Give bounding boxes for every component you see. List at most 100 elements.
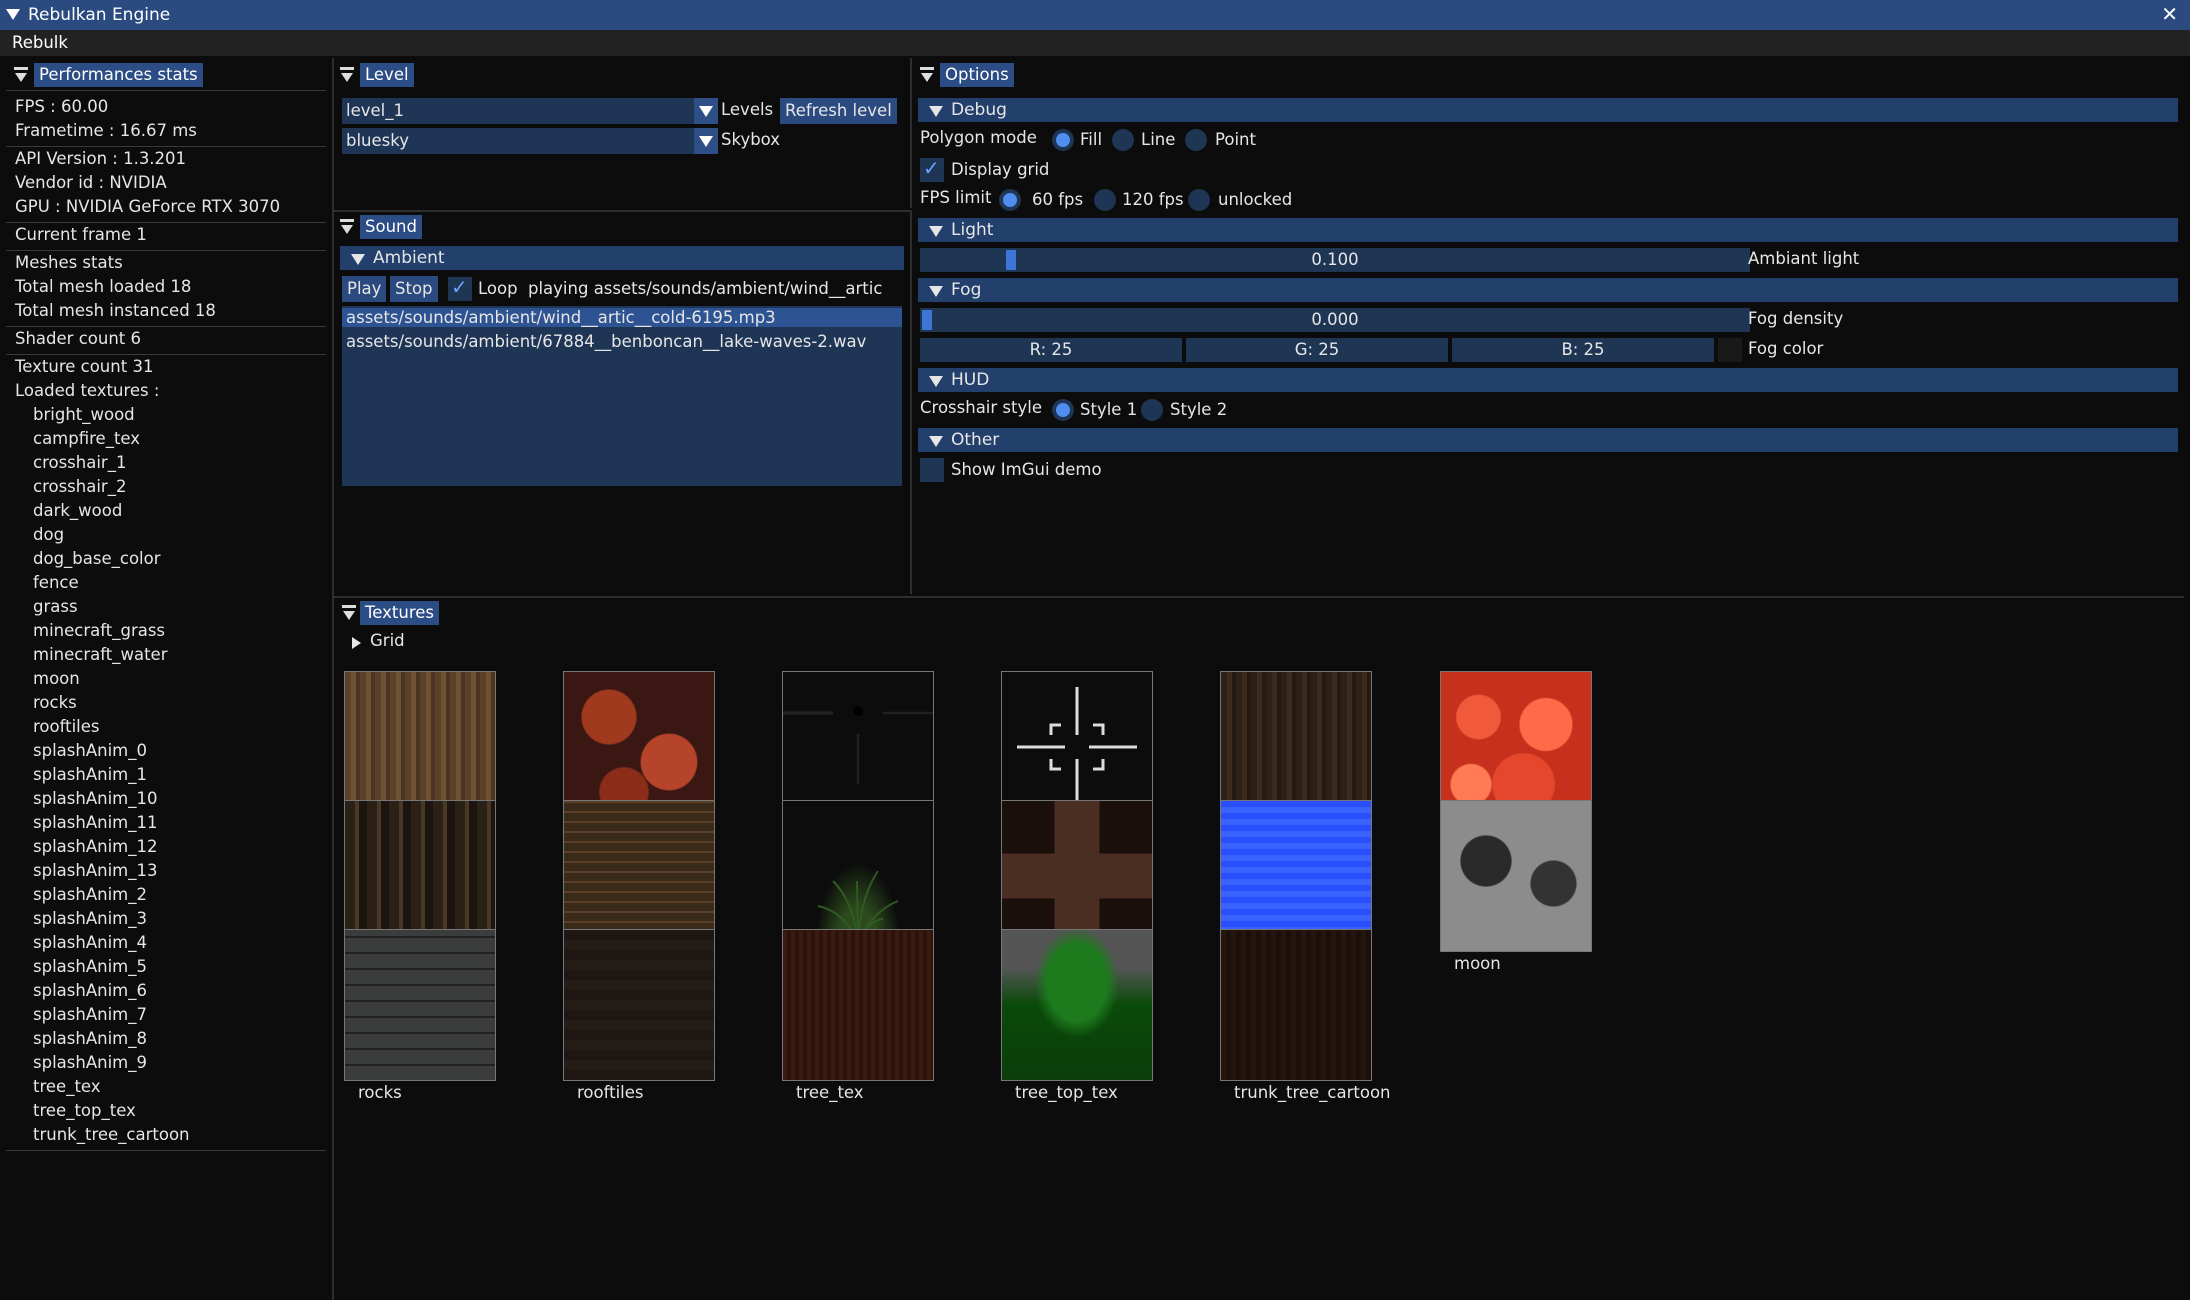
light-header[interactable]: Light (918, 218, 2178, 242)
radio-fill[interactable] (1052, 129, 1074, 151)
texture-list-item: crosshair_1 (33, 453, 127, 472)
collapse-icon[interactable] (343, 611, 355, 620)
chevron-down-icon (929, 286, 943, 297)
texture-list-item: minecraft_grass (33, 621, 166, 640)
menu-bar: Rebulk (0, 30, 2190, 56)
sound-panel: Sound Ambient Play Stop Loop playing ass… (334, 210, 912, 594)
window-titlebar[interactable]: Rebulkan Engine ✕ (0, 0, 2190, 30)
radio-style1[interactable] (1052, 399, 1074, 421)
texture-list-item: tree_top_tex (33, 1101, 136, 1120)
chevron-down-icon[interactable] (694, 98, 718, 124)
level-panel: Level level_1 Levels Refresh level blues… (334, 58, 912, 208)
texture-label: moon (1454, 954, 1501, 973)
textures-header[interactable]: Textures (360, 601, 439, 625)
chevron-right-icon[interactable] (352, 637, 361, 649)
mesh-loaded-text: Total mesh loaded 18 (15, 277, 192, 296)
debug-label: Debug (951, 100, 1007, 120)
list-item[interactable]: assets/sounds/ambient/67884__benboncan__… (346, 332, 866, 351)
collapse-icon[interactable] (6, 9, 20, 20)
gpu-text: GPU : NVIDIA GeForce RTX 3070 (15, 197, 281, 216)
texture-list-item: bright_wood (33, 405, 135, 424)
texture-label: rocks (358, 1083, 402, 1102)
display-grid-checkbox[interactable] (920, 156, 944, 182)
texture-list-item: crosshair_2 (33, 477, 127, 496)
chevron-down-icon[interactable] (694, 128, 718, 154)
sound-header[interactable]: Sound (360, 215, 422, 239)
radio-point[interactable] (1185, 129, 1207, 151)
radio-60fps-label: 60 fps (1032, 190, 1084, 209)
texture-thumbnail[interactable] (563, 929, 715, 1081)
ambient-label: Ambient (373, 248, 445, 268)
fog-color-r[interactable]: R: 25 (920, 338, 1182, 362)
radio-point-label: Point (1215, 130, 1256, 149)
debug-header[interactable]: Debug (918, 98, 2178, 122)
chevron-down-icon (351, 254, 365, 265)
options-header[interactable]: Options (940, 63, 1014, 87)
refresh-level-button[interactable]: Refresh level (780, 98, 897, 124)
texture-list-item: splashAnim_4 (33, 933, 147, 952)
texture-list-item: splashAnim_13 (33, 861, 158, 880)
fog-density-slider[interactable]: 0.000 (920, 308, 1750, 332)
texture-thumbnail[interactable] (1220, 929, 1372, 1081)
collapse-icon[interactable] (341, 225, 353, 234)
crosshair-style-label: Crosshair style (920, 398, 1042, 417)
chevron-down-icon (929, 376, 943, 387)
texture-label: trunk_tree_cartoon (1234, 1083, 1391, 1102)
show-demo-checkbox[interactable] (920, 458, 944, 482)
hud-label: HUD (951, 370, 990, 390)
texture-thumbnail[interactable] (344, 929, 496, 1081)
fps-limit-label: FPS limit (920, 188, 992, 207)
texture-label: tree_top_tex (1015, 1083, 1118, 1102)
texture-list-item: moon (33, 669, 80, 688)
radio-120fps[interactable] (1094, 189, 1116, 211)
skybox-combo[interactable]: bluesky (342, 128, 718, 154)
radio-fill-label: Fill (1080, 130, 1103, 149)
textures-panel: Textures Grid bright_woodcampfire_texcro… (334, 596, 2190, 1300)
loaded-textures-label: Loaded textures : (15, 381, 160, 400)
hud-header[interactable]: HUD (918, 368, 2178, 392)
fog-color-b[interactable]: B: 25 (1452, 338, 1714, 362)
sound-file-list[interactable]: assets/sounds/ambient/wind__artic__cold-… (342, 306, 902, 486)
ambient-light-slider[interactable]: 0.100 (920, 248, 1750, 272)
collapse-icon (14, 67, 28, 70)
collapse-icon[interactable] (15, 73, 27, 82)
fog-header[interactable]: Fog (918, 278, 2178, 302)
skybox-value: bluesky (346, 131, 409, 150)
texture-list-item: splashAnim_3 (33, 909, 147, 928)
texture-list-item: tree_tex (33, 1077, 101, 1096)
perf-header[interactable]: Performances stats (34, 63, 203, 87)
radio-style2[interactable] (1141, 399, 1163, 421)
texture-list-item: splashAnim_5 (33, 957, 147, 976)
window-title: Rebulkan Engine (28, 5, 171, 25)
collapse-icon[interactable] (341, 73, 353, 82)
grid-tree-node[interactable]: Grid (370, 631, 405, 650)
chevron-down-icon (929, 226, 943, 237)
ambient-header[interactable]: Ambient (340, 246, 904, 270)
level-combo[interactable]: level_1 (342, 98, 718, 124)
play-button[interactable]: Play (342, 276, 387, 302)
texture-label: tree_tex (796, 1083, 864, 1102)
stop-button[interactable]: Stop (390, 276, 438, 302)
level-header[interactable]: Level (360, 63, 414, 87)
loop-checkbox[interactable] (448, 275, 472, 301)
ambient-light-value: 0.100 (1311, 250, 1359, 269)
texture-thumbnail[interactable] (782, 929, 934, 1081)
texture-thumbnail[interactable] (1440, 800, 1592, 952)
radio-style1-label: Style 1 (1080, 400, 1138, 419)
perf-panel: Performances stats FPS : 60.00 Frametime… (0, 58, 334, 1300)
texture-list-item: splashAnim_12 (33, 837, 158, 856)
radio-line[interactable] (1112, 129, 1134, 151)
other-header[interactable]: Other (918, 428, 2178, 452)
radio-60fps[interactable] (999, 189, 1021, 211)
texture-count-text: Texture count 31 (15, 357, 154, 376)
fog-color-g[interactable]: G: 25 (1186, 338, 1448, 362)
list-item[interactable]: assets/sounds/ambient/wind__artic__cold-… (342, 308, 902, 327)
collapse-icon[interactable] (921, 73, 933, 82)
close-icon[interactable]: ✕ (2161, 2, 2178, 26)
menu-item-rebulk[interactable]: Rebulk (12, 33, 68, 52)
texture-thumbnail[interactable] (1001, 929, 1153, 1081)
fog-color-swatch[interactable] (1718, 338, 1742, 362)
chevron-down-icon (929, 106, 943, 117)
radio-unlocked[interactable] (1188, 189, 1210, 211)
chevron-down-icon (929, 436, 943, 447)
